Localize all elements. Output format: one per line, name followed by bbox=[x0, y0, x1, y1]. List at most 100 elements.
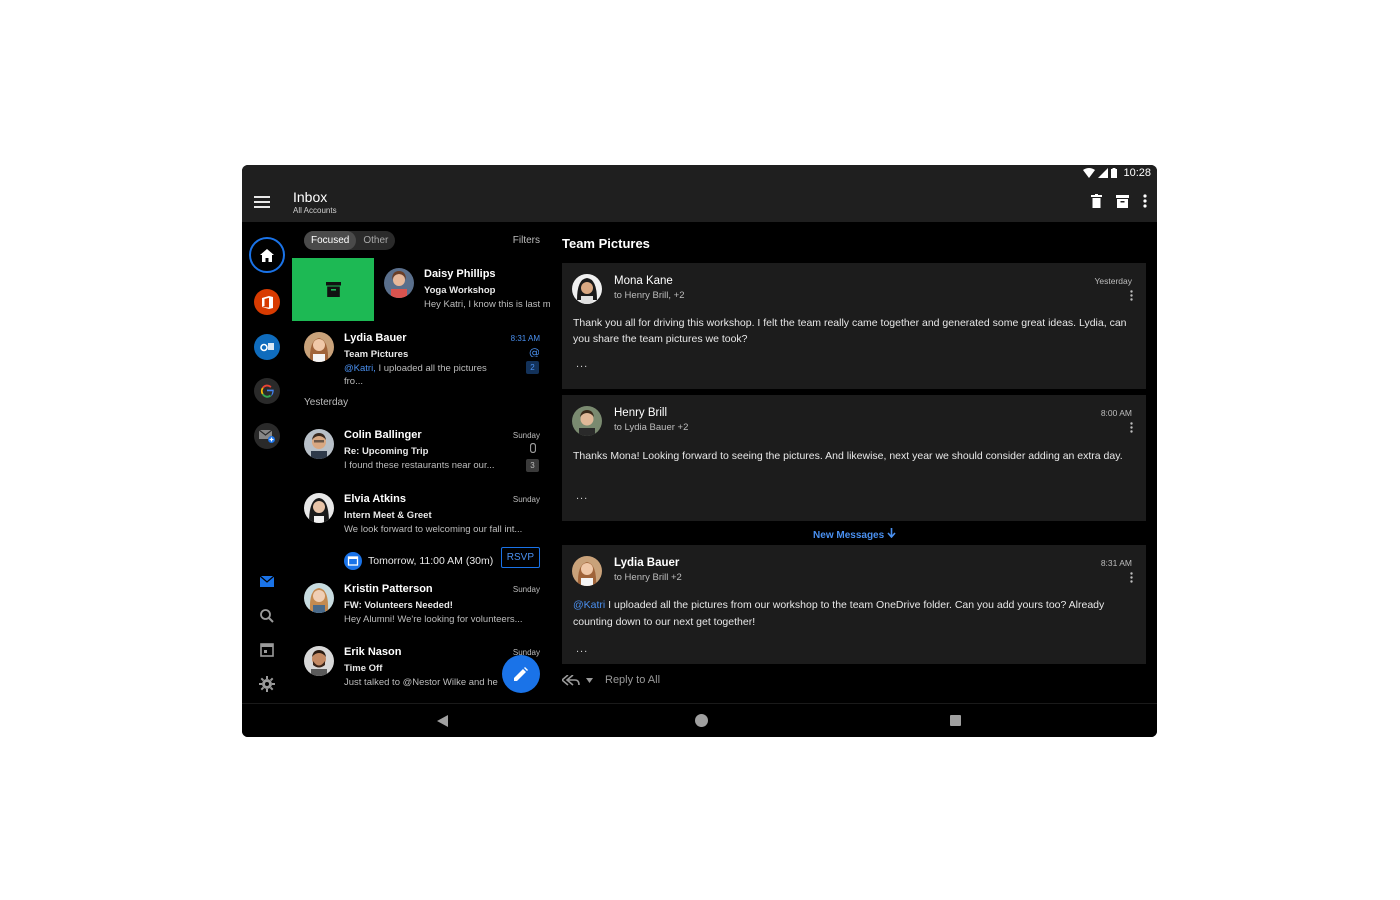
message-preview: I found these restaurants near our... bbox=[344, 460, 495, 471]
message-time: Sunday bbox=[512, 585, 540, 594]
show-quoted-button[interactable]: ... bbox=[576, 490, 588, 502]
app-bar: Inbox All Accounts bbox=[242, 183, 1157, 222]
settings-icon[interactable] bbox=[259, 676, 275, 692]
message-body: @Katri I uploaded all the pictures from … bbox=[573, 599, 1105, 628]
avatar bbox=[384, 268, 414, 298]
message-time: 8:31 AM bbox=[1100, 558, 1132, 568]
outlook-account-button[interactable] bbox=[254, 334, 280, 360]
battery-icon bbox=[1111, 168, 1118, 178]
message-preview: We look forward to welcoming our fall in… bbox=[344, 524, 523, 535]
svg-text:@: @ bbox=[529, 347, 539, 357]
show-quoted-button[interactable]: ... bbox=[576, 358, 588, 370]
google-account-button[interactable] bbox=[254, 378, 280, 404]
more-vert-icon[interactable] bbox=[1130, 422, 1133, 433]
thread-title: Team Pictures bbox=[562, 236, 650, 251]
message-preview-continued: fro... bbox=[344, 376, 364, 387]
more-vert-icon[interactable] bbox=[1143, 194, 1147, 208]
message-time: Yesterday bbox=[1094, 276, 1133, 286]
back-icon[interactable] bbox=[437, 715, 448, 727]
search-icon[interactable] bbox=[259, 608, 275, 624]
thread-count-badge: 3 bbox=[526, 459, 539, 472]
sender-name: Kristin Patterson bbox=[344, 583, 433, 595]
arrow-down-icon bbox=[887, 528, 896, 539]
recipients: to Henry Brill, +2 bbox=[614, 290, 685, 301]
show-quoted-button[interactable]: ... bbox=[576, 643, 588, 655]
avatar bbox=[304, 583, 334, 613]
tab-other[interactable]: Other bbox=[356, 231, 395, 250]
recipients: to Lydia Bauer +2 bbox=[614, 422, 689, 433]
calendar-icon[interactable] bbox=[259, 642, 275, 658]
sender-name: Henry Brill bbox=[614, 407, 668, 419]
status-bar: 10:28 bbox=[242, 165, 1157, 183]
reply-all-label: Reply to All bbox=[605, 674, 661, 686]
reply-all-button[interactable]: Reply to All bbox=[562, 674, 660, 686]
message-preview: Hey Katri, I know this is last mi bbox=[424, 299, 550, 310]
trash-icon[interactable] bbox=[1091, 194, 1102, 208]
message-time: 8:31 AM bbox=[510, 334, 540, 343]
message-card[interactable]: Lydia Bauer to Henry Brill +2 8:31 AM @K… bbox=[562, 545, 1146, 664]
outlook-icon bbox=[260, 342, 274, 351]
list-item[interactable]: Kristin Patterson Sunday FW: Volunteers … bbox=[292, 576, 552, 636]
mail-icon[interactable] bbox=[259, 574, 275, 590]
message-subject: Re: Upcoming Trip bbox=[344, 446, 429, 457]
signal-icon bbox=[1098, 168, 1109, 178]
edit-icon bbox=[514, 667, 528, 681]
home-nav-icon[interactable] bbox=[695, 714, 708, 727]
mention-icon: @ bbox=[529, 347, 539, 357]
recents-icon[interactable] bbox=[950, 715, 961, 726]
list-item[interactable]: Lydia Bauer 8:31 AM Team Pictures @ @Kat… bbox=[292, 325, 552, 391]
status-time: 10:28 bbox=[1123, 167, 1151, 179]
message-subject: Time Off bbox=[344, 663, 383, 674]
home-icon bbox=[260, 248, 274, 262]
section-header-yesterday: Yesterday bbox=[304, 397, 349, 408]
message-subject: FW: Volunteers Needed! bbox=[344, 600, 453, 611]
chevron-down-icon[interactable] bbox=[586, 677, 593, 683]
message-subject: Yoga Workshop bbox=[424, 285, 496, 296]
add-account-button[interactable] bbox=[254, 423, 280, 449]
avatar bbox=[572, 556, 602, 586]
focused-other-toggle: Focused Other bbox=[304, 231, 396, 250]
filters-button[interactable]: Filters bbox=[513, 235, 540, 246]
archive-icon[interactable] bbox=[1116, 194, 1129, 208]
all-accounts-button[interactable] bbox=[249, 237, 285, 273]
sender-name: Erik Nason bbox=[344, 646, 402, 658]
more-vert-icon[interactable] bbox=[1130, 572, 1133, 583]
list-item[interactable]: Daisy Phillips Yoga Workshop Hey Katri, … bbox=[292, 258, 552, 321]
office-icon bbox=[261, 295, 273, 309]
attachment-icon bbox=[530, 443, 536, 453]
menu-icon[interactable] bbox=[254, 196, 270, 208]
sender-name: Lydia Bauer bbox=[614, 557, 680, 569]
message-card[interactable]: Henry Brill to Lydia Bauer +2 8:00 AM Th… bbox=[562, 395, 1146, 521]
more-vert-icon[interactable] bbox=[1130, 290, 1133, 301]
list-item[interactable]: Elvia Atkins Sunday Intern Meet & Greet … bbox=[292, 486, 552, 576]
wifi-icon bbox=[1083, 168, 1096, 178]
rsvp-button[interactable]: RSVP bbox=[500, 547, 540, 568]
message-time: 8:00 AM bbox=[1100, 408, 1132, 418]
event-time: Tomorrow, 11:00 AM (30m) bbox=[368, 555, 494, 567]
message-time: Sunday bbox=[512, 431, 540, 440]
google-icon bbox=[260, 384, 274, 398]
office-account-button[interactable] bbox=[254, 289, 280, 315]
avatar bbox=[304, 646, 334, 676]
new-messages-indicator[interactable]: New Messages bbox=[552, 528, 1157, 541]
message-body: Thanks Mona! Looking forward to seeing t… bbox=[573, 450, 1123, 462]
message-subject: Team Pictures bbox=[344, 349, 409, 360]
message-subject: Intern Meet & Greet bbox=[344, 510, 432, 521]
message-preview: Hey Alumni! We're looking for volunteers… bbox=[344, 614, 523, 625]
sender-name: Mona Kane bbox=[614, 275, 673, 287]
message-card[interactable]: Mona Kane to Henry Brill, +2 Yesterday T… bbox=[562, 263, 1146, 389]
tab-focused[interactable]: Focused bbox=[304, 231, 357, 250]
system-nav-bar bbox=[242, 703, 1157, 737]
message-preview: Just talked to @Nestor Wilke and he bbox=[344, 677, 498, 688]
recipients: to Henry Brill +2 bbox=[614, 572, 682, 583]
avatar bbox=[572, 406, 602, 436]
mention-text[interactable]: @Katri bbox=[573, 599, 605, 611]
list-item[interactable]: Colin Ballinger Sunday Re: Upcoming Trip… bbox=[292, 422, 552, 482]
message-list: Focused Other Filters Daisy Phillips Yog… bbox=[292, 222, 552, 702]
compose-button[interactable] bbox=[502, 655, 540, 693]
sender-name: Daisy Phillips bbox=[424, 268, 496, 280]
page-subtitle: All Accounts bbox=[293, 206, 337, 215]
message-body: Thank you all for driving this workshop.… bbox=[573, 317, 1127, 345]
tablet-screen: 10:28 Inbox All Accounts Focused Other F… bbox=[242, 165, 1157, 737]
mail-add-icon bbox=[259, 429, 275, 443]
